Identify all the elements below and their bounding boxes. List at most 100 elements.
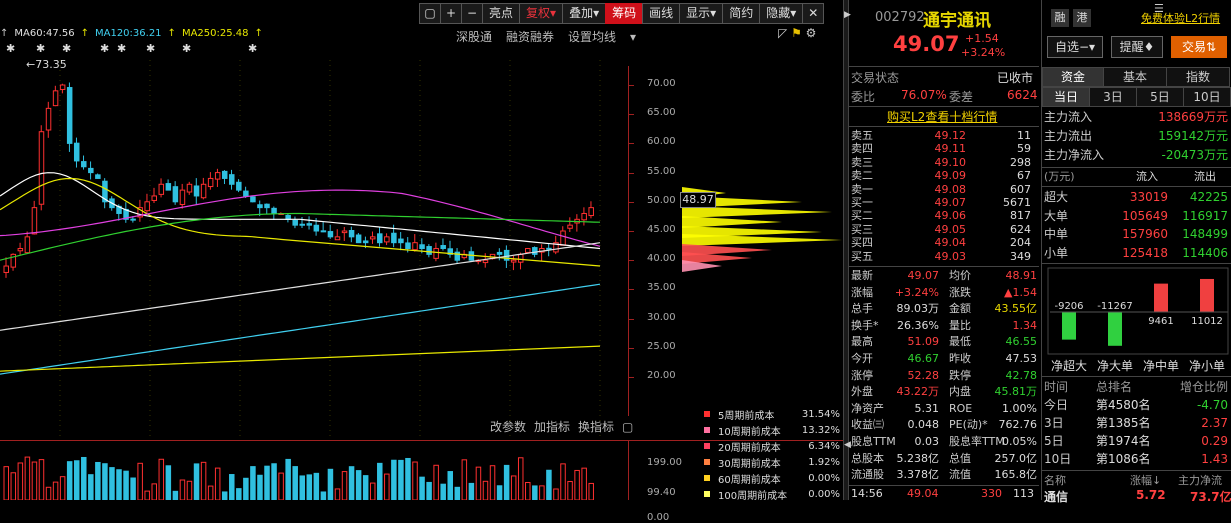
candle-body: [173, 187, 178, 202]
net-bar: [1154, 284, 1168, 312]
star-icon[interactable]: ✱: [6, 42, 15, 55]
candle-body: [67, 88, 72, 144]
price-change-pct: +3.24%: [961, 46, 1005, 59]
tab-today[interactable]: 当日: [1042, 87, 1090, 107]
tab-5d[interactable]: 5日: [1136, 87, 1184, 107]
buy-l2-link[interactable]: 购买L2查看十档行情: [887, 108, 997, 125]
flow-row: 主力净流入 -20473万元: [1044, 146, 1230, 164]
tab-3d[interactable]: 3日: [1089, 87, 1137, 107]
candle-body: [300, 224, 305, 225]
price-tick: 55.00: [647, 166, 676, 177]
order-price: 49.04: [911, 236, 966, 249]
stat-value: 1.34: [1013, 318, 1038, 333]
volume-bar: [385, 474, 390, 500]
candle-body: [32, 208, 37, 234]
triangle-icon[interactable]: ◸: [778, 26, 787, 40]
star-icon[interactable]: ✱: [182, 42, 191, 55]
simple-button[interactable]: 简约: [722, 3, 760, 24]
order-price: 49.12: [911, 129, 966, 142]
edit-params-link[interactable]: 改参数: [490, 420, 526, 434]
quote-panel: 002792 通宇通讯 融 港 免费体验L2行情 49.07 +1.54 +3.…: [849, 0, 1039, 500]
size-in: 125418: [1122, 244, 1168, 262]
hide-button[interactable]: 隐藏▾: [759, 3, 803, 24]
star-icon[interactable]: ✱: [62, 42, 71, 55]
candle-body: [258, 205, 263, 208]
flow-label: 主力净流入: [1044, 146, 1104, 164]
draw-button[interactable]: 画线: [642, 3, 680, 24]
close-icon[interactable]: ✕: [802, 3, 824, 24]
sector-flow-label: 主力净流: [1178, 472, 1222, 488]
highlight-button[interactable]: 亮点: [482, 3, 520, 24]
tab-10d[interactable]: 10日: [1183, 87, 1231, 107]
ma-settings-link[interactable]: 设置均线 ▾: [568, 30, 650, 44]
adjust-button[interactable]: 复权▾: [519, 3, 563, 24]
rank-value: 第1086名: [1096, 450, 1151, 468]
volume-bar: [392, 460, 397, 500]
price-tick: 45.00: [647, 224, 676, 235]
flag-icon[interactable]: ⚑: [791, 26, 802, 40]
info-tabs: 资金 基本 指数: [1043, 67, 1230, 87]
candle-body: [441, 246, 446, 249]
order-label: 买五: [851, 250, 911, 263]
volume-bar: [413, 462, 418, 500]
margin-link[interactable]: 融资融券: [506, 30, 554, 44]
volume-bar: [138, 463, 143, 500]
stat-row: 换手* 26.36% 量比 1.34: [851, 318, 1039, 333]
volume-bar: [4, 467, 9, 500]
checkbox-icon[interactable]: ▢: [622, 420, 633, 434]
tab-basic[interactable]: 基本: [1103, 67, 1167, 87]
star-icon[interactable]: ✱: [36, 42, 45, 55]
volume-bar: [265, 466, 270, 500]
cost-value: 0.00%: [808, 473, 840, 484]
net-bar-label: 净中单: [1143, 358, 1179, 373]
order-volume: 298: [966, 156, 1031, 169]
candle-body: [201, 184, 206, 197]
candle-body: [413, 243, 418, 250]
add-indicator-link[interactable]: 加指标: [534, 420, 570, 434]
star-icon[interactable]: ✱: [100, 42, 109, 55]
stat-label: 流通股: [851, 467, 884, 482]
chips-button[interactable]: 筹码: [605, 3, 643, 24]
candle-body: [427, 247, 432, 255]
gear-icon[interactable]: ⚙: [806, 26, 817, 40]
zoom-out-button[interactable]: −: [461, 3, 483, 24]
stat-label: 股息TTM: [851, 434, 896, 449]
ma-settings-label: 设置均线: [568, 30, 616, 44]
size-in: 33019: [1130, 188, 1168, 206]
zoom-in-button[interactable]: +: [440, 3, 462, 24]
star-icon[interactable]: ✱: [117, 42, 126, 55]
volume-bar: [511, 476, 516, 500]
stat-value: 26.36%: [897, 318, 939, 333]
hk-connect-link[interactable]: 深股通: [456, 30, 492, 44]
star-icon[interactable]: ✱: [146, 42, 155, 55]
order-label: 买三: [851, 223, 911, 236]
star-icon[interactable]: ✱: [248, 42, 257, 55]
order-volume: 607: [966, 183, 1031, 196]
cost-value: 0.00%: [808, 489, 840, 500]
volume-bar: [476, 467, 481, 500]
switch-indicator-link[interactable]: 换指标: [578, 420, 614, 434]
chart-tools: 深股通 融资融券 设置均线 ▾: [456, 28, 664, 45]
display-button[interactable]: 显示▾: [679, 3, 723, 24]
current-price-tag: 48.97: [680, 192, 716, 208]
chip-cost-legend: 5周期前成本 31.54% 10周期前成本 13.32% 20周期前成本 6.34% 30周…: [704, 406, 840, 502]
tab-index[interactable]: 指数: [1166, 67, 1230, 87]
volume-tick: 99.40: [647, 487, 676, 498]
volume-bar: [462, 460, 467, 500]
tick-mark: [629, 260, 634, 261]
price-tick: 40.00: [647, 253, 676, 264]
order-row: 卖二 49.09 67: [851, 169, 1037, 182]
tick-mark: [629, 173, 634, 174]
volume-bar: [483, 481, 488, 500]
tab-funds[interactable]: 资金: [1042, 67, 1104, 87]
net-bar-value: -11267: [1097, 301, 1132, 312]
more-icon[interactable]: ☰: [1154, 2, 1164, 15]
candle-body: [60, 85, 65, 89]
cost-swatch: [704, 475, 710, 481]
price-axis: 70.00 65.00 60.00 55.00 50.00 45.00 40.00 35.00…: [628, 66, 678, 416]
overlay-button[interactable]: 叠加▾: [562, 3, 606, 24]
window-icon[interactable]: ▢: [419, 3, 441, 24]
net-flow-chart: -9206净超大-11267净大单9461净中单11012净小单: [1042, 266, 1231, 376]
indicator-tools: 改参数 加指标 换指标 ▢: [490, 418, 641, 435]
stat-value: 47.53: [1006, 351, 1038, 366]
